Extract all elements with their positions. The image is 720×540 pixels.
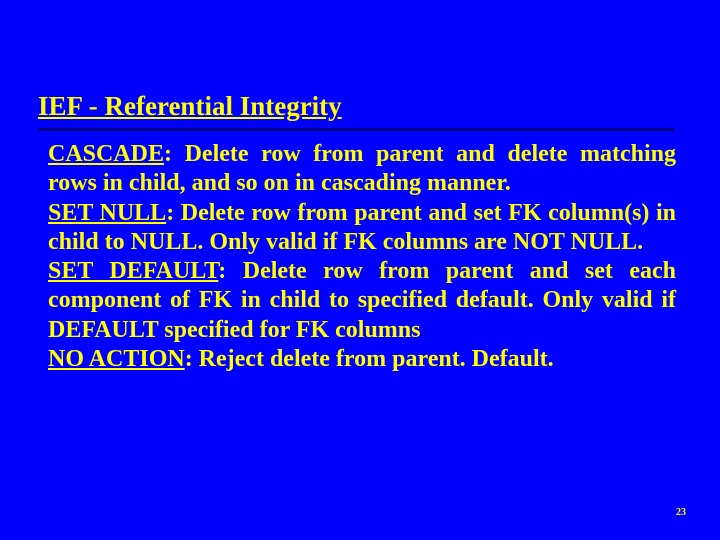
slide-content: CASCADE: Delete row from parent and dele… <box>48 140 676 374</box>
page-number: 23 <box>676 507 686 518</box>
term-noaction: NO ACTION <box>48 346 185 372</box>
title-block: IEF - Referential Integrity <box>38 90 682 122</box>
term-setnull: SET NULL <box>48 200 166 226</box>
term-cascade: CASCADE <box>48 141 164 167</box>
title-underline <box>38 128 675 131</box>
term-setdefault: SET DEFAULT <box>48 258 218 284</box>
slide-title: IEF - Referential Integrity <box>38 90 682 122</box>
slide: IEF - Referential Integrity CASCADE: Del… <box>0 0 720 540</box>
text-noaction: : Reject delete from parent. Default. <box>185 346 554 372</box>
